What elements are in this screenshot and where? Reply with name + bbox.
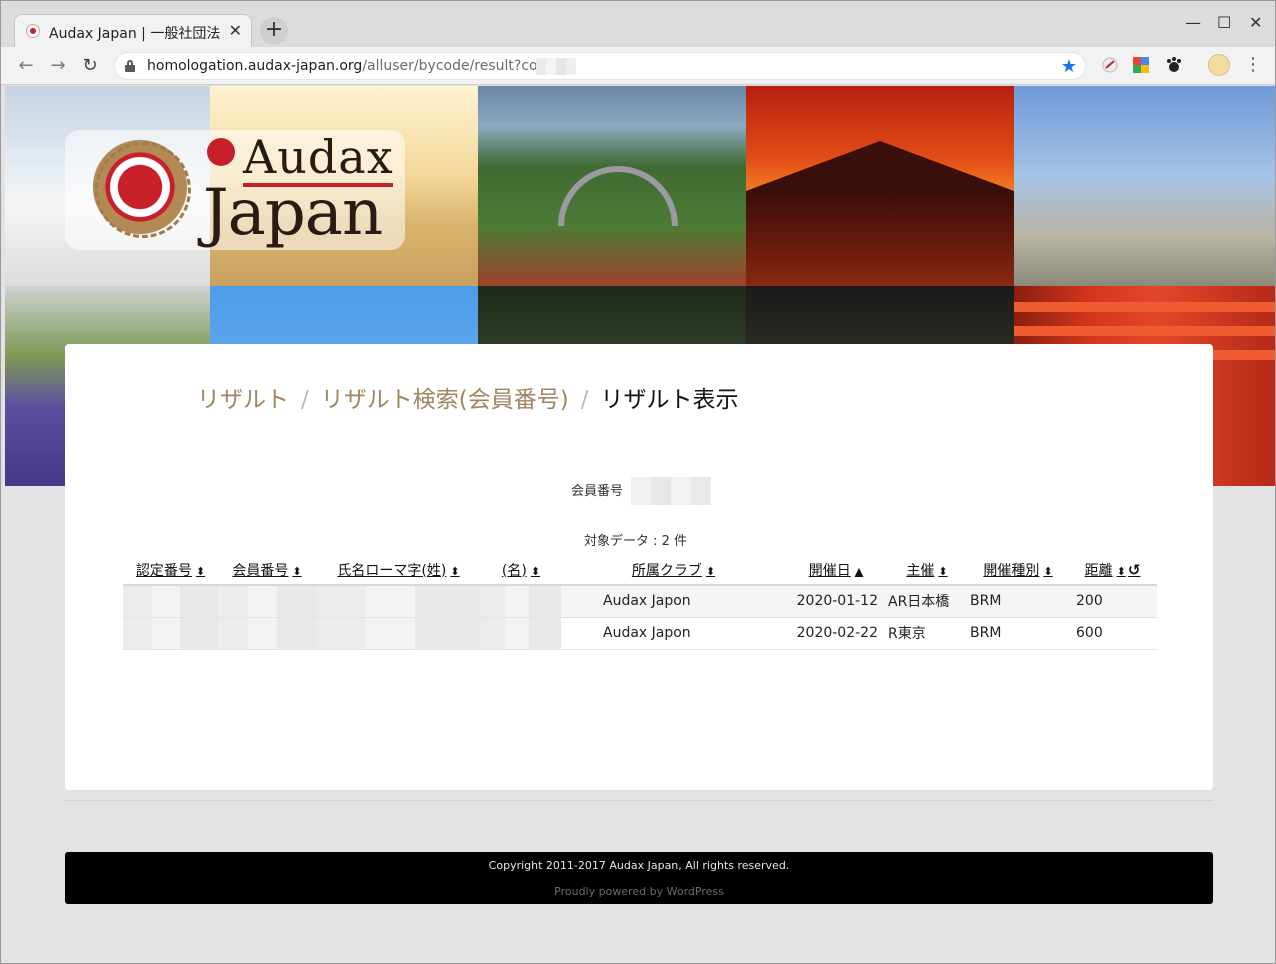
sort-icon: ⬍ [195,564,206,578]
extension-icon[interactable] [1101,56,1119,74]
redacted-cell [481,617,561,650]
back-icon[interactable]: ← [13,53,39,79]
sort-icon: ⬍ [450,564,460,578]
browser-window: Audax Japan | 一般社団法 ✕ + — ☐ ✕ ← → ↻ homo… [0,0,1276,964]
favicon-icon [26,24,40,38]
footer-copyright: Copyright 2011-2017 Audax Japan, All rig… [488,859,790,872]
close-window-icon[interactable]: ✕ [1249,13,1262,32]
redacted-cell [123,617,218,650]
browser-toolbar: ← → ↻ homologation.audax-japan.org/allus… [1,47,1275,85]
sort-asc-icon: ▲ [854,564,864,578]
column-header-member-no[interactable]: 会員番号 ⬍ [218,555,316,586]
breadcrumb-separator: / [580,387,589,413]
browser-tab[interactable]: Audax Japan | 一般社団法 ✕ [14,14,252,47]
maximize-icon[interactable]: ☐ [1217,13,1231,32]
url-host: homologation.audax-japan.org [147,58,363,74]
photo-namahage-statues [1014,86,1275,286]
sort-icon: ⬍ [705,564,716,578]
title-bar: Audax Japan | 一般社団法 ✕ + — ☐ ✕ [1,1,1275,47]
forward-icon[interactable]: → [45,53,71,79]
redacted-cell [218,617,316,650]
cell-date: 2020-01-12 [786,585,886,618]
page-viewport: Audax Japan リザルト / リザルト検索(会員番号) / リザルト表示 会員番… [2,86,1275,963]
column-header-certification-no[interactable]: 認定番号 ⬍ [123,555,218,586]
new-tab-button[interactable]: + [260,17,288,45]
table-header-row: 認定番号 ⬍ 会員番号 ⬍ 氏名ローマ字(姓) ⬍ (名) ⬍ 所属クラブ ⬍ 開催日 ▲ … [123,555,1157,586]
sort-icon: ⬍ [292,564,302,578]
redacted-member-number [631,477,711,505]
site-footer: Copyright 2011-2017 Audax Japan, All rig… [65,852,1213,904]
cell-event-type: BRM [968,585,1068,618]
sort-icon: ⬍ [530,564,541,578]
redacted-cell [123,585,218,618]
content-panel: リザルト / リザルト検索(会員番号) / リザルト表示 会員番号 対象データ : 2 … [65,344,1213,790]
cell-club: Audax Japon [561,617,786,650]
url-text: homologation.audax-japan.org/alluser/byc… [147,58,567,74]
paw-extension-icon[interactable] [1165,56,1183,74]
cell-organizer: R東京 [886,617,968,650]
table-row: Audax Japon 2020-01-12 AR日本橋 BRM 200 [123,585,1157,618]
column-header-surname[interactable]: 氏名ローマ字(姓) ⬍ [316,555,481,586]
logo-red-dot [207,138,235,166]
logo-emblem [85,132,195,242]
address-bar[interactable]: homologation.audax-japan.org/alluser/byc… [114,52,1086,80]
breadcrumb-results-link[interactable]: リザルト [197,387,289,413]
column-header-given-name[interactable]: (名) ⬍ [481,555,561,586]
column-header-date[interactable]: 開催日 ▲ [786,555,886,586]
divider [65,800,1213,801]
sort-icon: ⬍ [1043,564,1053,578]
cell-event-type: BRM [968,617,1068,650]
column-header-distance[interactable]: 距離 ⬍ ↺ [1068,555,1157,586]
cell-distance: 200 [1068,585,1157,618]
minimize-icon[interactable]: — [1185,13,1201,32]
redacted-cell [316,585,481,618]
tab-title: Audax Japan | 一般社団法 [49,26,221,42]
logo-text-japan: Japan [203,176,383,250]
reload-icon[interactable]: ↻ [77,53,103,79]
sort-icon: ⬍ [938,564,948,578]
redacted-cell [316,617,481,650]
cell-organizer: AR日本橋 [886,585,968,618]
menu-icon[interactable]: ⋮ [1244,55,1262,75]
footer-powered-by-link[interactable]: Proudly powered by WordPress [65,885,1213,898]
breadcrumb-search-link[interactable]: リザルト検索(会員番号) [321,387,569,413]
redacted-code [536,58,576,75]
results-table: 認定番号 ⬍ 会員番号 ⬍ 氏名ローマ字(姓) ⬍ (名) ⬍ 所属クラブ ⬍ 開催日 ▲ … [123,555,1157,650]
redacted-cell [218,585,316,618]
cell-date: 2020-02-22 [786,617,886,650]
lock-icon[interactable] [125,60,135,72]
redacted-cell [481,585,561,618]
column-header-event-type[interactable]: 開催種別 ⬍ [968,555,1068,586]
reset-sort-icon[interactable]: ↺ [1128,561,1141,579]
google-extension-icon[interactable] [1132,56,1150,74]
bookmark-star-icon[interactable]: ★ [1061,56,1077,77]
tab-close-icon[interactable]: ✕ [229,21,242,40]
result-count: 対象データ : 2 件 [584,534,688,549]
column-header-club[interactable]: 所属クラブ ⬍ [561,555,786,586]
profile-avatar[interactable] [1208,54,1230,76]
sort-icon: ⬍ [1116,564,1126,578]
member-number-label: 会員番号 [571,484,624,499]
breadcrumb-current: リザルト表示 [600,387,739,413]
column-header-organizer[interactable]: 主催 ⬍ [886,555,968,586]
breadcrumb: リザルト / リザルト検索(会員番号) / リザルト表示 [197,380,738,414]
table-row: Audax Japon 2020-02-22 R東京 BRM 600 [123,617,1157,650]
cell-club: Audax Japon [561,585,786,618]
cell-distance: 600 [1068,617,1157,650]
breadcrumb-separator: / [301,387,309,413]
photo-mountain-road [478,86,746,286]
photo-mount-fuji [746,86,1014,286]
